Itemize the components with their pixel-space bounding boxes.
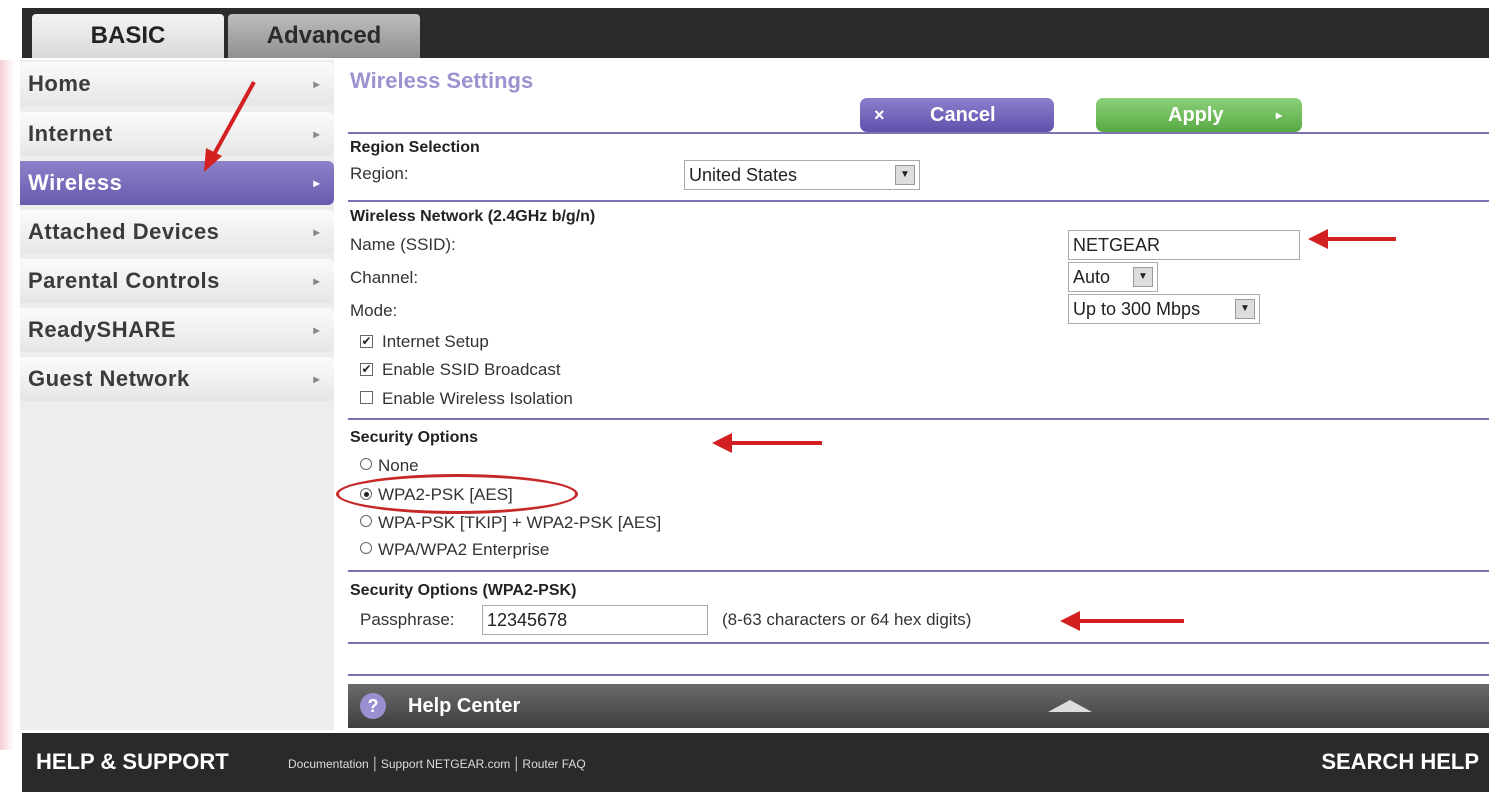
channel-label: Channel: — [350, 268, 419, 287]
chevron-down-icon: ▼ — [1133, 267, 1153, 287]
chevron-right-icon: ▸ — [313, 323, 320, 337]
chevron-right-icon: ▸ — [1275, 108, 1282, 122]
region-heading: Region Selection — [350, 139, 480, 156]
sidebar-item-label: Wireless — [28, 170, 123, 195]
radio-label: WPA/WPA2 Enterprise — [378, 540, 550, 559]
annotation-arrow-icon — [1060, 611, 1184, 631]
ssid-label: Name (SSID): — [350, 235, 456, 254]
page-title: Wireless Settings — [350, 68, 534, 93]
security-none-radio[interactable] — [360, 458, 372, 470]
region-label: Region: — [350, 164, 409, 183]
divider — [348, 642, 1489, 644]
radio-label: WPA-PSK [TKIP] + WPA2-PSK [AES] — [378, 513, 662, 532]
tab-basic[interactable]: BASIC — [32, 14, 224, 58]
mode-label: Mode: — [350, 301, 398, 320]
router-admin-page: BASIC Advanced Home ▸ Internet ▸ Wireless ▸… — [0, 0, 1489, 792]
annotation-arrow-icon — [1308, 229, 1396, 249]
mode-value: Up to 300 Mbps — [1073, 299, 1201, 319]
search-help-button[interactable]: SEARCH HELP — [1321, 733, 1479, 791]
chevron-down-icon: ▼ — [895, 165, 915, 185]
apply-button[interactable]: Apply ▸ — [1096, 98, 1302, 132]
chevron-right-icon: ▸ — [313, 274, 320, 288]
separator: | — [372, 755, 377, 772]
network-heading: Wireless Network (2.4GHz b/g/n) — [350, 208, 596, 225]
divider — [348, 570, 1489, 572]
chevron-right-icon: ▸ — [313, 176, 320, 190]
cancel-label: Cancel — [930, 104, 996, 126]
mode-select[interactable]: Up to 300 Mbps ▼ — [1068, 294, 1260, 324]
passphrase-hint: (8-63 characters or 64 hex digits) — [722, 610, 972, 629]
tab-advanced[interactable]: Advanced — [228, 14, 420, 58]
sidebar-item-label: Internet — [28, 121, 113, 146]
sidebar: Home ▸ Internet ▸ Wireless ▸ Attached Devic… — [20, 60, 334, 730]
checkbox-label: Internet Setup — [382, 332, 489, 351]
chevron-right-icon: ▸ — [313, 127, 320, 141]
top-tab-bar: BASIC Advanced — [22, 8, 1489, 58]
separator: | — [514, 755, 519, 772]
wireless-isolation-checkbox[interactable] — [360, 391, 373, 404]
divider — [348, 418, 1489, 420]
radio-label: None — [378, 456, 419, 475]
internet-setup-checkbox[interactable]: ✔ — [360, 335, 373, 348]
divider — [348, 200, 1489, 202]
ssid-value: NETGEAR — [1073, 235, 1161, 255]
sidebar-item-label: Home — [28, 71, 92, 96]
security-wpa-mixed-radio[interactable] — [360, 515, 372, 527]
chevron-down-icon: ▼ — [1235, 299, 1255, 319]
checkbox-label: Enable SSID Broadcast — [382, 360, 561, 379]
support-netgear-link[interactable]: Support NETGEAR.com — [381, 757, 510, 771]
chevron-right-icon: ▸ — [313, 225, 320, 239]
left-edge-decoration — [0, 60, 14, 750]
passphrase-input[interactable]: 12345678 — [482, 605, 708, 635]
passphrase-label: Passphrase: — [360, 610, 455, 629]
documentation-link[interactable]: Documentation — [288, 757, 369, 771]
sidebar-item-label: Attached Devices — [28, 219, 220, 244]
chevron-right-icon: ▸ — [313, 77, 320, 91]
sidebar-item-parental-controls[interactable]: Parental Controls ▸ — [20, 259, 334, 303]
expand-up-icon[interactable] — [1048, 700, 1092, 712]
sidebar-item-label: Parental Controls — [28, 268, 220, 293]
passphrase-value: 12345678 — [487, 610, 568, 630]
passphrase-heading: Security Options (WPA2-PSK) — [350, 582, 577, 599]
ssid-broadcast-checkbox[interactable]: ✔ — [360, 363, 373, 376]
sidebar-item-attached-devices[interactable]: Attached Devices ▸ — [20, 210, 334, 254]
checkbox-label: Enable Wireless Isolation — [382, 389, 573, 408]
channel-value: Auto — [1073, 267, 1111, 287]
sidebar-item-guest-network[interactable]: Guest Network ▸ — [20, 357, 334, 401]
security-heading: Security Options — [350, 429, 479, 446]
channel-select[interactable]: Auto ▼ — [1068, 262, 1158, 292]
cancel-button[interactable]: × Cancel — [860, 98, 1054, 132]
divider — [348, 674, 1489, 676]
sidebar-item-label: Guest Network — [28, 366, 190, 391]
sidebar-item-readyshare[interactable]: ReadySHARE ▸ — [20, 308, 334, 352]
sidebar-item-internet[interactable]: Internet ▸ — [20, 112, 334, 156]
region-select[interactable]: United States ▼ — [684, 160, 920, 190]
footer: HELP & SUPPORT Documentation | Support NET… — [22, 733, 1489, 792]
chevron-right-icon: ▸ — [313, 372, 320, 386]
annotation-oval — [336, 474, 578, 514]
footer-links: Documentation | Support NETGEAR.com | Router… — [288, 733, 586, 792]
sidebar-item-home[interactable]: Home ▸ — [20, 62, 334, 106]
region-value: United States — [689, 165, 798, 185]
close-icon: × — [874, 105, 885, 125]
security-enterprise-radio[interactable] — [360, 542, 372, 554]
help-center-bar[interactable]: ? Help Center — [348, 684, 1489, 728]
router-faq-link[interactable]: Router FAQ — [522, 757, 585, 771]
annotation-arrow-icon — [712, 433, 822, 453]
help-support-title: HELP & SUPPORT — [36, 749, 229, 774]
divider — [348, 132, 1489, 134]
main-content: Wireless Settings × Cancel Apply ▸ Regio… — [336, 60, 1489, 730]
sidebar-item-label: ReadySHARE — [28, 317, 177, 342]
help-center-label: Help Center — [408, 695, 521, 717]
sidebar-item-wireless[interactable]: Wireless ▸ — [20, 161, 334, 205]
annotation-arrow-icon — [204, 81, 256, 172]
ssid-input[interactable]: NETGEAR — [1068, 230, 1300, 260]
help-icon: ? — [360, 693, 386, 719]
apply-label: Apply — [1168, 104, 1224, 126]
